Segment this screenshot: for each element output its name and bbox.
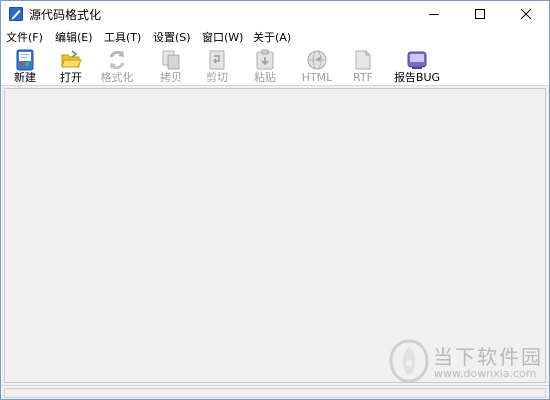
close-icon: [521, 9, 531, 19]
menu-bar: 文件(F) 编辑(E) 工具(T) 设置(S) 窗口(W) 关于(A): [1, 27, 549, 46]
copy-button-label: 拷贝: [160, 71, 182, 84]
main-window: 源代码格式化 文件(F) 编辑(E) 工具(T) 设置(S) 窗口(W) 关于(…: [0, 0, 550, 400]
minimize-button[interactable]: [411, 1, 457, 27]
maximize-button[interactable]: [457, 1, 503, 27]
watermark-url: www.downxia.com: [434, 367, 537, 380]
minimize-icon: [429, 9, 439, 19]
open-button-label: 打开: [60, 71, 82, 84]
close-button[interactable]: [503, 1, 549, 27]
cut-button[interactable]: 剪切: [193, 46, 241, 86]
html-button[interactable]: HTML: [293, 46, 341, 86]
menu-tools[interactable]: 工具(T): [104, 29, 141, 45]
maximize-icon: [475, 9, 485, 19]
report-bug-icon: [406, 49, 428, 71]
open-folder-icon: [60, 49, 82, 71]
menu-edit[interactable]: 编辑(E): [55, 29, 93, 45]
format-button[interactable]: 格式化: [93, 46, 141, 86]
menu-file[interactable]: 文件(F): [6, 29, 43, 45]
rtf-icon: [352, 49, 374, 71]
report-bug-button-label: 报告BUG: [393, 71, 441, 84]
cut-icon: [206, 49, 228, 71]
html-button-label: HTML: [301, 71, 333, 84]
menu-settings[interactable]: 设置(S): [153, 29, 191, 45]
copy-icon: [160, 49, 182, 71]
toolbar: 新建 打开 格式化 拷贝 剪切 粘贴 HTML RTF 报告BUG: [1, 46, 549, 86]
new-button-label: 新建: [14, 71, 36, 84]
menu-about[interactable]: 关于(A): [253, 29, 291, 45]
paste-button[interactable]: 粘贴: [241, 46, 289, 86]
format-button-label: 格式化: [100, 71, 134, 84]
rtf-button[interactable]: RTF: [339, 46, 387, 86]
rtf-button-label: RTF: [353, 71, 373, 84]
menu-window[interactable]: 窗口(W): [202, 29, 243, 45]
status-panel: [4, 388, 546, 398]
watermark-name: 当下软件园: [433, 345, 543, 369]
window-title: 源代码格式化: [29, 8, 102, 22]
watermark-logo-icon: [389, 339, 429, 383]
format-icon: [106, 49, 128, 71]
paste-icon: [254, 49, 276, 71]
cut-button-label: 剪切: [206, 71, 228, 84]
status-bar: [1, 385, 549, 399]
html-icon: [306, 49, 328, 71]
open-button[interactable]: 打开: [47, 46, 95, 86]
new-document-icon: [14, 49, 36, 71]
title-bar[interactable]: 源代码格式化: [1, 1, 549, 27]
copy-button[interactable]: 拷贝: [147, 46, 195, 86]
app-icon: [9, 7, 23, 21]
watermark: 当下软件园 www.downxia.com: [389, 339, 541, 385]
new-button[interactable]: 新建: [1, 46, 49, 86]
report-bug-button[interactable]: 报告BUG: [393, 46, 441, 86]
paste-button-label: 粘贴: [254, 71, 276, 84]
